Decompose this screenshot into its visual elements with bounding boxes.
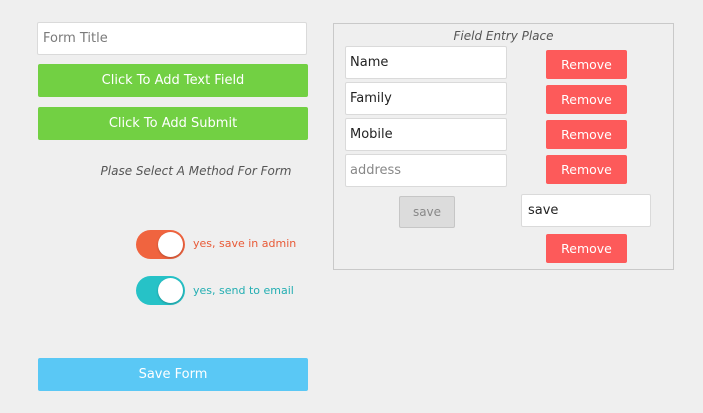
save-in-admin-label: yes, save in admin — [193, 237, 297, 250]
save-form-button[interactable]: Save Form — [38, 358, 308, 391]
remove-submit-button[interactable]: Remove — [546, 234, 627, 263]
save-submit-button[interactable]: save — [399, 196, 455, 228]
submit-label-input[interactable] — [521, 194, 651, 227]
save-in-admin-toggle[interactable] — [136, 230, 185, 259]
send-to-email-toggle[interactable] — [136, 276, 185, 305]
toggle-knob — [158, 278, 183, 303]
remove-name-button[interactable]: Remove — [546, 50, 627, 79]
remove-family-button[interactable]: Remove — [546, 85, 627, 114]
field-input-mobile[interactable] — [345, 118, 507, 151]
field-input-address[interactable] — [345, 154, 507, 187]
send-to-email-label: yes, send to email — [193, 284, 294, 297]
field-input-family[interactable] — [345, 82, 507, 115]
toggle-knob — [158, 232, 183, 257]
form-title-input[interactable] — [37, 22, 307, 55]
remove-mobile-button[interactable]: Remove — [546, 120, 627, 149]
method-prompt: Plase Select A Method For Form — [100, 164, 292, 178]
add-submit-button[interactable]: Click To Add Submit — [38, 107, 308, 140]
add-text-field-button[interactable]: Click To Add Text Field — [38, 64, 308, 97]
field-entry-panel: Field Entry Place Remove Remove Remove R… — [333, 23, 674, 270]
field-input-name[interactable] — [345, 46, 507, 79]
remove-address-button[interactable]: Remove — [546, 155, 627, 184]
panel-title: Field Entry Place — [453, 29, 554, 43]
